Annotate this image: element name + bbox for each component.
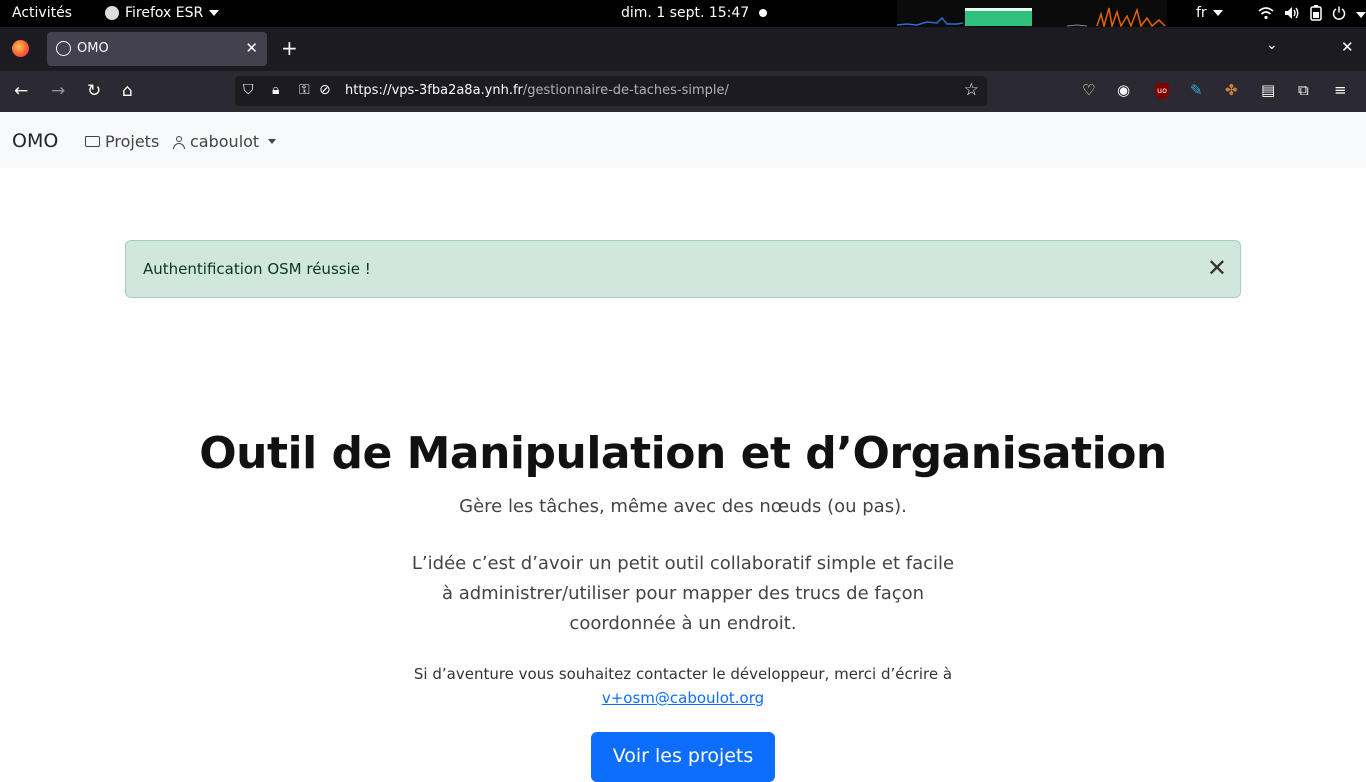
extension-eye-icon[interactable]: ◉	[1117, 81, 1130, 99]
chevron-down-icon	[1212, 10, 1223, 16]
forward-arrow-icon[interactable]: →	[51, 81, 65, 101]
extensions-puzzle-icon[interactable]: ⧉	[1298, 81, 1309, 99]
battery-icon	[1310, 5, 1322, 25]
user-dropdown-label: caboulot	[190, 132, 260, 151]
page-description: L’idée c’est d’avoir un petit outil coll…	[411, 553, 955, 634]
home-icon[interactable]: ⌂	[122, 81, 133, 101]
system-monitor-graph-svg	[896, 7, 1166, 29]
alert-message: Authentification OSM réussie !	[143, 260, 371, 278]
system-top-bar: Activités Firefox ESR dim. 1 sept. 15:47…	[0, 0, 1366, 29]
extension-fox-icon[interactable]: ✤	[1225, 81, 1238, 99]
keyboard-layout-label: fr	[1196, 5, 1207, 21]
power-icon	[1332, 6, 1346, 24]
reader-view-icon[interactable]: ▤	[1261, 81, 1275, 99]
tab-list-chevron-icon[interactable]: ⌄	[1266, 37, 1278, 53]
blocked-screen-icon[interactable]: ⊘	[319, 82, 331, 98]
window-close-icon[interactable]: ✕	[1341, 38, 1354, 56]
activities-button[interactable]: Activités	[12, 5, 72, 21]
app-menu-label: Firefox ESR	[125, 5, 204, 21]
url-path: /gestionnaire-de-taches-simple/	[522, 83, 729, 98]
tab-title: OMO	[77, 41, 109, 56]
nav-projects-link[interactable]: Projets	[85, 132, 159, 151]
close-tab-icon[interactable]: ✕	[245, 39, 258, 57]
permissions-icon[interactable]: ⚿	[299, 82, 310, 98]
back-arrow-icon[interactable]: ←	[14, 81, 28, 101]
ublock-origin-icon[interactable]: uo	[1155, 83, 1169, 99]
user-icon	[173, 135, 185, 149]
globe-icon	[56, 41, 71, 56]
user-dropdown[interactable]: caboulot	[173, 132, 277, 151]
firefox-logo-icon[interactable]	[12, 40, 29, 57]
browser-tab-strip: OMO ✕ + ⌄ ✕	[0, 27, 1366, 71]
pocket-icon[interactable]: ♡	[1082, 81, 1095, 99]
success-alert: Authentification OSM réussie ! ✕	[125, 240, 1241, 298]
nav-projects-label: Projets	[105, 132, 160, 151]
chevron-down-icon	[1356, 12, 1366, 18]
reload-icon[interactable]: ↻	[87, 81, 101, 101]
folder-icon	[85, 136, 100, 147]
contact-text: Si d’aventure vous souhaitez contacter l…	[413, 665, 953, 683]
chevron-down-icon	[209, 10, 220, 16]
system-tray[interactable]	[1258, 5, 1366, 25]
url-host: https://vps-3fba2a8a.ynh.fr	[345, 83, 523, 98]
volume-icon	[1284, 6, 1300, 24]
site-navbar: OMO Projets caboulot	[0, 112, 1366, 168]
bookmark-star-icon[interactable]: ☆	[964, 80, 979, 100]
clock[interactable]: dim. 1 sept. 15:47	[621, 5, 749, 21]
lock-icon[interactable]: 🔒︎	[272, 82, 279, 98]
view-projects-button[interactable]: Voir les projets	[591, 732, 775, 782]
shield-icon[interactable]: ⛉	[243, 82, 254, 98]
extension-brush-icon[interactable]: ✎	[1190, 81, 1203, 99]
app-menu[interactable]: Firefox ESR	[105, 5, 220, 21]
chevron-down-icon	[268, 139, 277, 144]
page-title: Outil de Manipulation et d’Organisation	[199, 428, 1167, 479]
wifi-icon	[1258, 6, 1274, 24]
close-icon[interactable]: ✕	[1207, 253, 1227, 283]
browser-tab[interactable]: OMO ✕	[47, 32, 267, 66]
browser-toolbar: ← → ↻ ⌂ ⛉ 🔒︎ ⚿ ⊘ https://vps-3fba2a8a.yn…	[0, 71, 1366, 112]
new-tab-button[interactable]: +	[281, 38, 298, 58]
site-brand[interactable]: OMO	[12, 130, 58, 152]
url-text[interactable]: https://vps-3fba2a8a.ynh.fr/gestionnaire…	[345, 83, 729, 98]
system-monitor-graph	[896, 0, 1167, 29]
firefox-app-icon	[105, 6, 119, 20]
contact-email-link[interactable]: v+osm@caboulot.org	[602, 689, 764, 707]
hamburger-menu-icon[interactable]: ≡	[1334, 81, 1347, 99]
notification-dot-icon	[759, 9, 767, 17]
contact-paragraph: Si d’aventure vous souhaitez contacter l…	[410, 662, 956, 710]
keyboard-layout-menu[interactable]: fr	[1196, 5, 1223, 21]
url-bar[interactable]: ⛉ 🔒︎ ⚿ ⊘ https://vps-3fba2a8a.ynh.fr/ges…	[235, 76, 987, 106]
page-lead: Gère les tâches, même avec des nœuds (ou…	[459, 496, 907, 517]
